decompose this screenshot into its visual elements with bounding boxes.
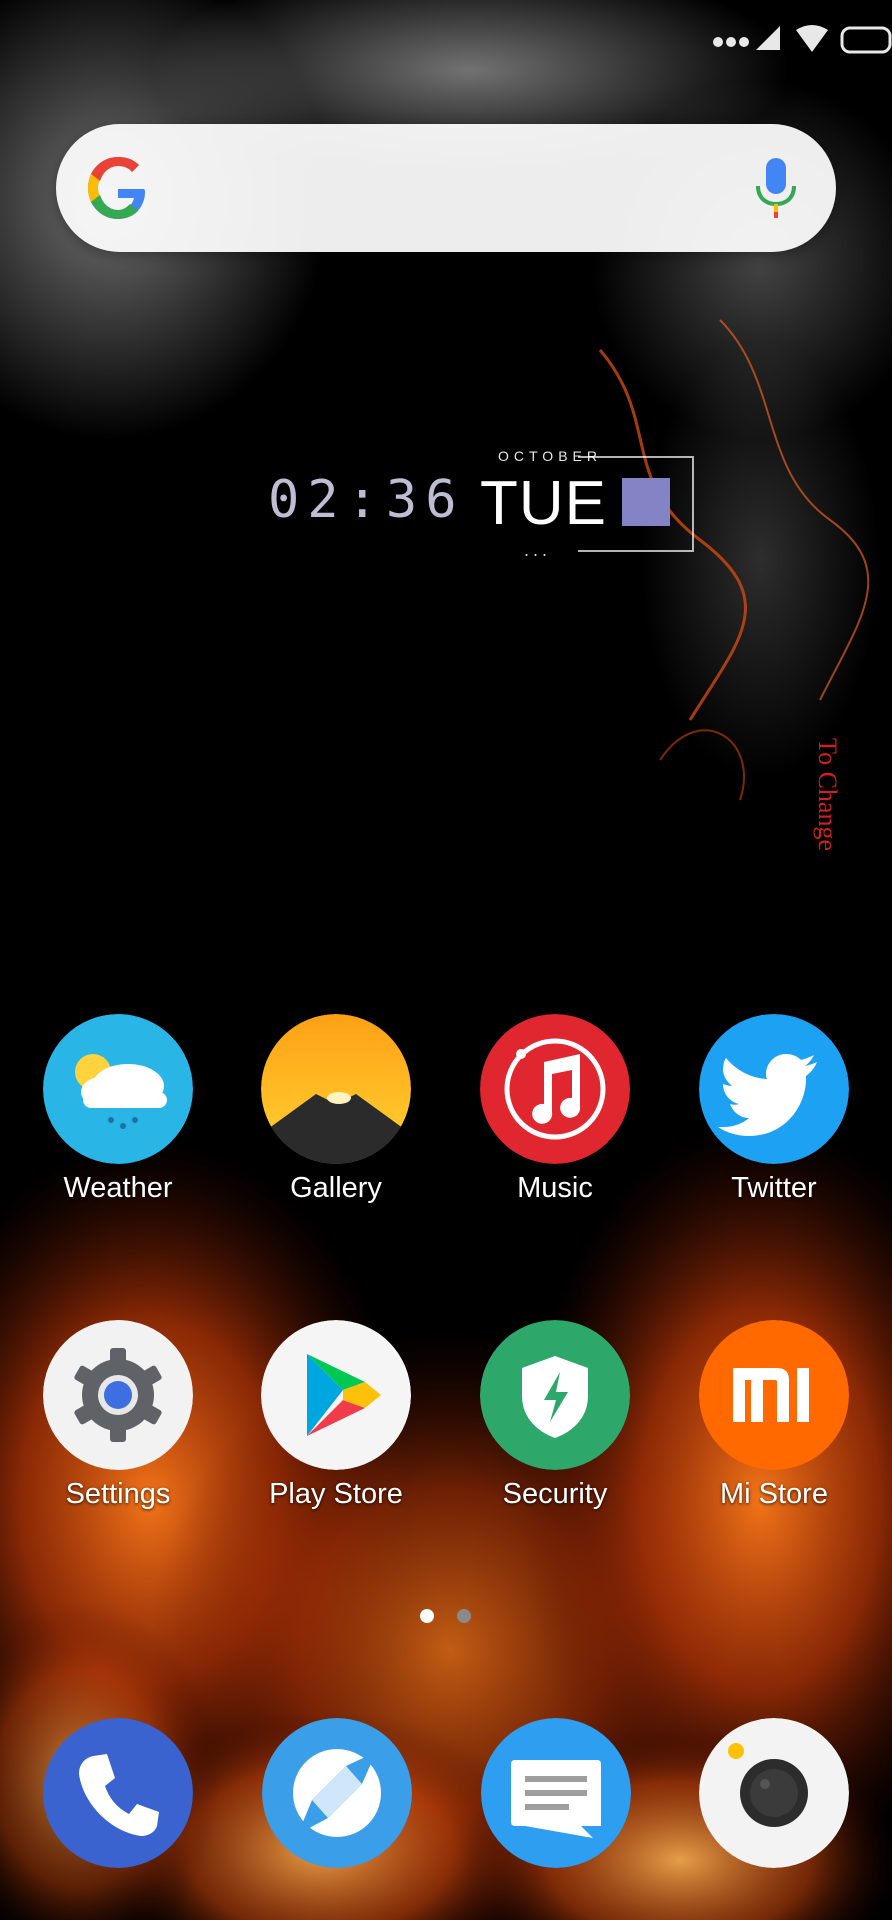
wallpaper bbox=[0, 0, 892, 1920]
app-label: Settings bbox=[65, 1478, 171, 1510]
page-dot[interactable] bbox=[457, 1609, 471, 1623]
clock-time: 02:36 bbox=[268, 470, 465, 530]
app-weather[interactable]: Weather bbox=[18, 1014, 218, 1254]
messages-icon bbox=[481, 1718, 631, 1868]
side-text: To Change bbox=[813, 738, 842, 851]
google-search-bar[interactable] bbox=[56, 124, 836, 252]
browser-icon bbox=[262, 1718, 412, 1868]
dock-browser[interactable] bbox=[262, 1718, 412, 1868]
app-label: Twitter bbox=[731, 1172, 817, 1204]
app-label: Security bbox=[502, 1478, 608, 1510]
page-dot-active[interactable] bbox=[420, 1609, 434, 1623]
signal-icon bbox=[756, 26, 780, 50]
app-gallery[interactable]: Gallery bbox=[236, 1014, 436, 1254]
security-icon bbox=[480, 1320, 630, 1470]
twitter-icon bbox=[699, 1014, 849, 1164]
wifi-icon bbox=[796, 25, 828, 52]
microphone-icon[interactable] bbox=[754, 156, 798, 220]
status-bar bbox=[713, 25, 892, 54]
app-mi-store[interactable]: Mi Store bbox=[674, 1320, 874, 1560]
google-g-icon bbox=[88, 157, 145, 219]
app-label: Music bbox=[517, 1172, 593, 1204]
gallery-icon bbox=[261, 1014, 411, 1164]
dock-camera[interactable] bbox=[699, 1718, 849, 1868]
play-store-icon bbox=[261, 1320, 411, 1470]
battery-icon bbox=[840, 26, 892, 54]
dock-messages[interactable] bbox=[481, 1718, 631, 1868]
music-icon bbox=[480, 1014, 630, 1164]
app-music[interactable]: Music bbox=[455, 1014, 655, 1254]
dock-phone[interactable] bbox=[43, 1718, 193, 1868]
app-label: Play Store bbox=[269, 1478, 403, 1510]
app-security[interactable]: Security bbox=[455, 1320, 655, 1560]
phone-icon bbox=[43, 1718, 193, 1868]
app-label: Mi Store bbox=[720, 1478, 828, 1510]
app-label: Weather bbox=[63, 1172, 173, 1204]
app-twitter[interactable]: Twitter bbox=[674, 1014, 874, 1254]
more-dots-icon bbox=[713, 37, 749, 47]
app-settings[interactable]: Settings bbox=[18, 1320, 218, 1560]
camera-icon bbox=[699, 1718, 849, 1868]
weather-icon bbox=[43, 1014, 193, 1164]
mi-store-icon bbox=[699, 1320, 849, 1470]
clock-indicator: ... bbox=[524, 540, 552, 560]
clock-color-square bbox=[622, 478, 670, 526]
settings-icon bbox=[43, 1320, 193, 1470]
app-label: Gallery bbox=[290, 1172, 382, 1204]
app-play-store[interactable]: Play Store bbox=[236, 1320, 436, 1560]
page-indicator[interactable] bbox=[0, 1608, 892, 1628]
clock-day: TUE bbox=[480, 469, 607, 538]
